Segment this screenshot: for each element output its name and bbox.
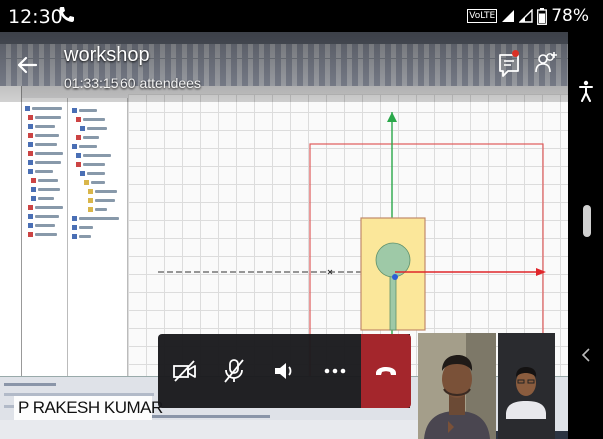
nav-back-icon[interactable]	[581, 348, 591, 362]
mic-toggle-button[interactable]	[219, 351, 249, 391]
hang-up-button[interactable]	[361, 334, 411, 408]
speaker-button[interactable]	[269, 351, 299, 391]
presenter-name: P RAKESH KUMAR	[18, 398, 163, 417]
participant-video	[418, 333, 496, 439]
y-axis-arrow	[387, 112, 397, 122]
video-toggle-button[interactable]	[170, 351, 200, 391]
chat-unread-badge	[512, 50, 519, 57]
participant-video-tile[interactable]	[418, 333, 496, 439]
battery-percent: 78%	[551, 6, 589, 26]
meeting-title: workshop	[64, 44, 150, 66]
phone-call-icon	[59, 7, 74, 22]
project-tree-panel	[22, 98, 68, 398]
mic-off-icon	[224, 359, 244, 383]
status-icons: VoLTE 78%	[467, 6, 589, 26]
signal-icon	[502, 10, 515, 22]
more-icon	[324, 368, 346, 374]
video-off-icon	[173, 360, 196, 382]
accessibility-icon[interactable]	[578, 80, 594, 102]
status-bar: 12:30 VoLTE 78%	[0, 0, 603, 32]
x-axis-arrow	[536, 268, 546, 276]
attendee-count: 60 attendees	[120, 75, 201, 91]
hangup-icon	[376, 367, 396, 375]
battery-icon	[537, 7, 548, 25]
clock: 12:30	[8, 6, 63, 28]
shared-screen-footer	[0, 420, 418, 439]
meeting-elapsed-time: 01:33:15	[64, 75, 119, 91]
model-tree-panel	[68, 98, 128, 398]
self-video-tile[interactable]	[498, 333, 555, 439]
signal-weak-icon	[519, 9, 533, 23]
more-options-button[interactable]	[320, 351, 350, 391]
home-pill[interactable]	[583, 205, 591, 237]
back-arrow-icon[interactable]	[16, 54, 38, 76]
add-people-icon[interactable]	[534, 50, 560, 76]
self-video	[498, 333, 555, 439]
volte-badge: VoLTE	[467, 9, 498, 23]
feed-point	[392, 274, 398, 280]
speaker-icon	[275, 363, 292, 379]
meeting-header	[0, 32, 568, 102]
